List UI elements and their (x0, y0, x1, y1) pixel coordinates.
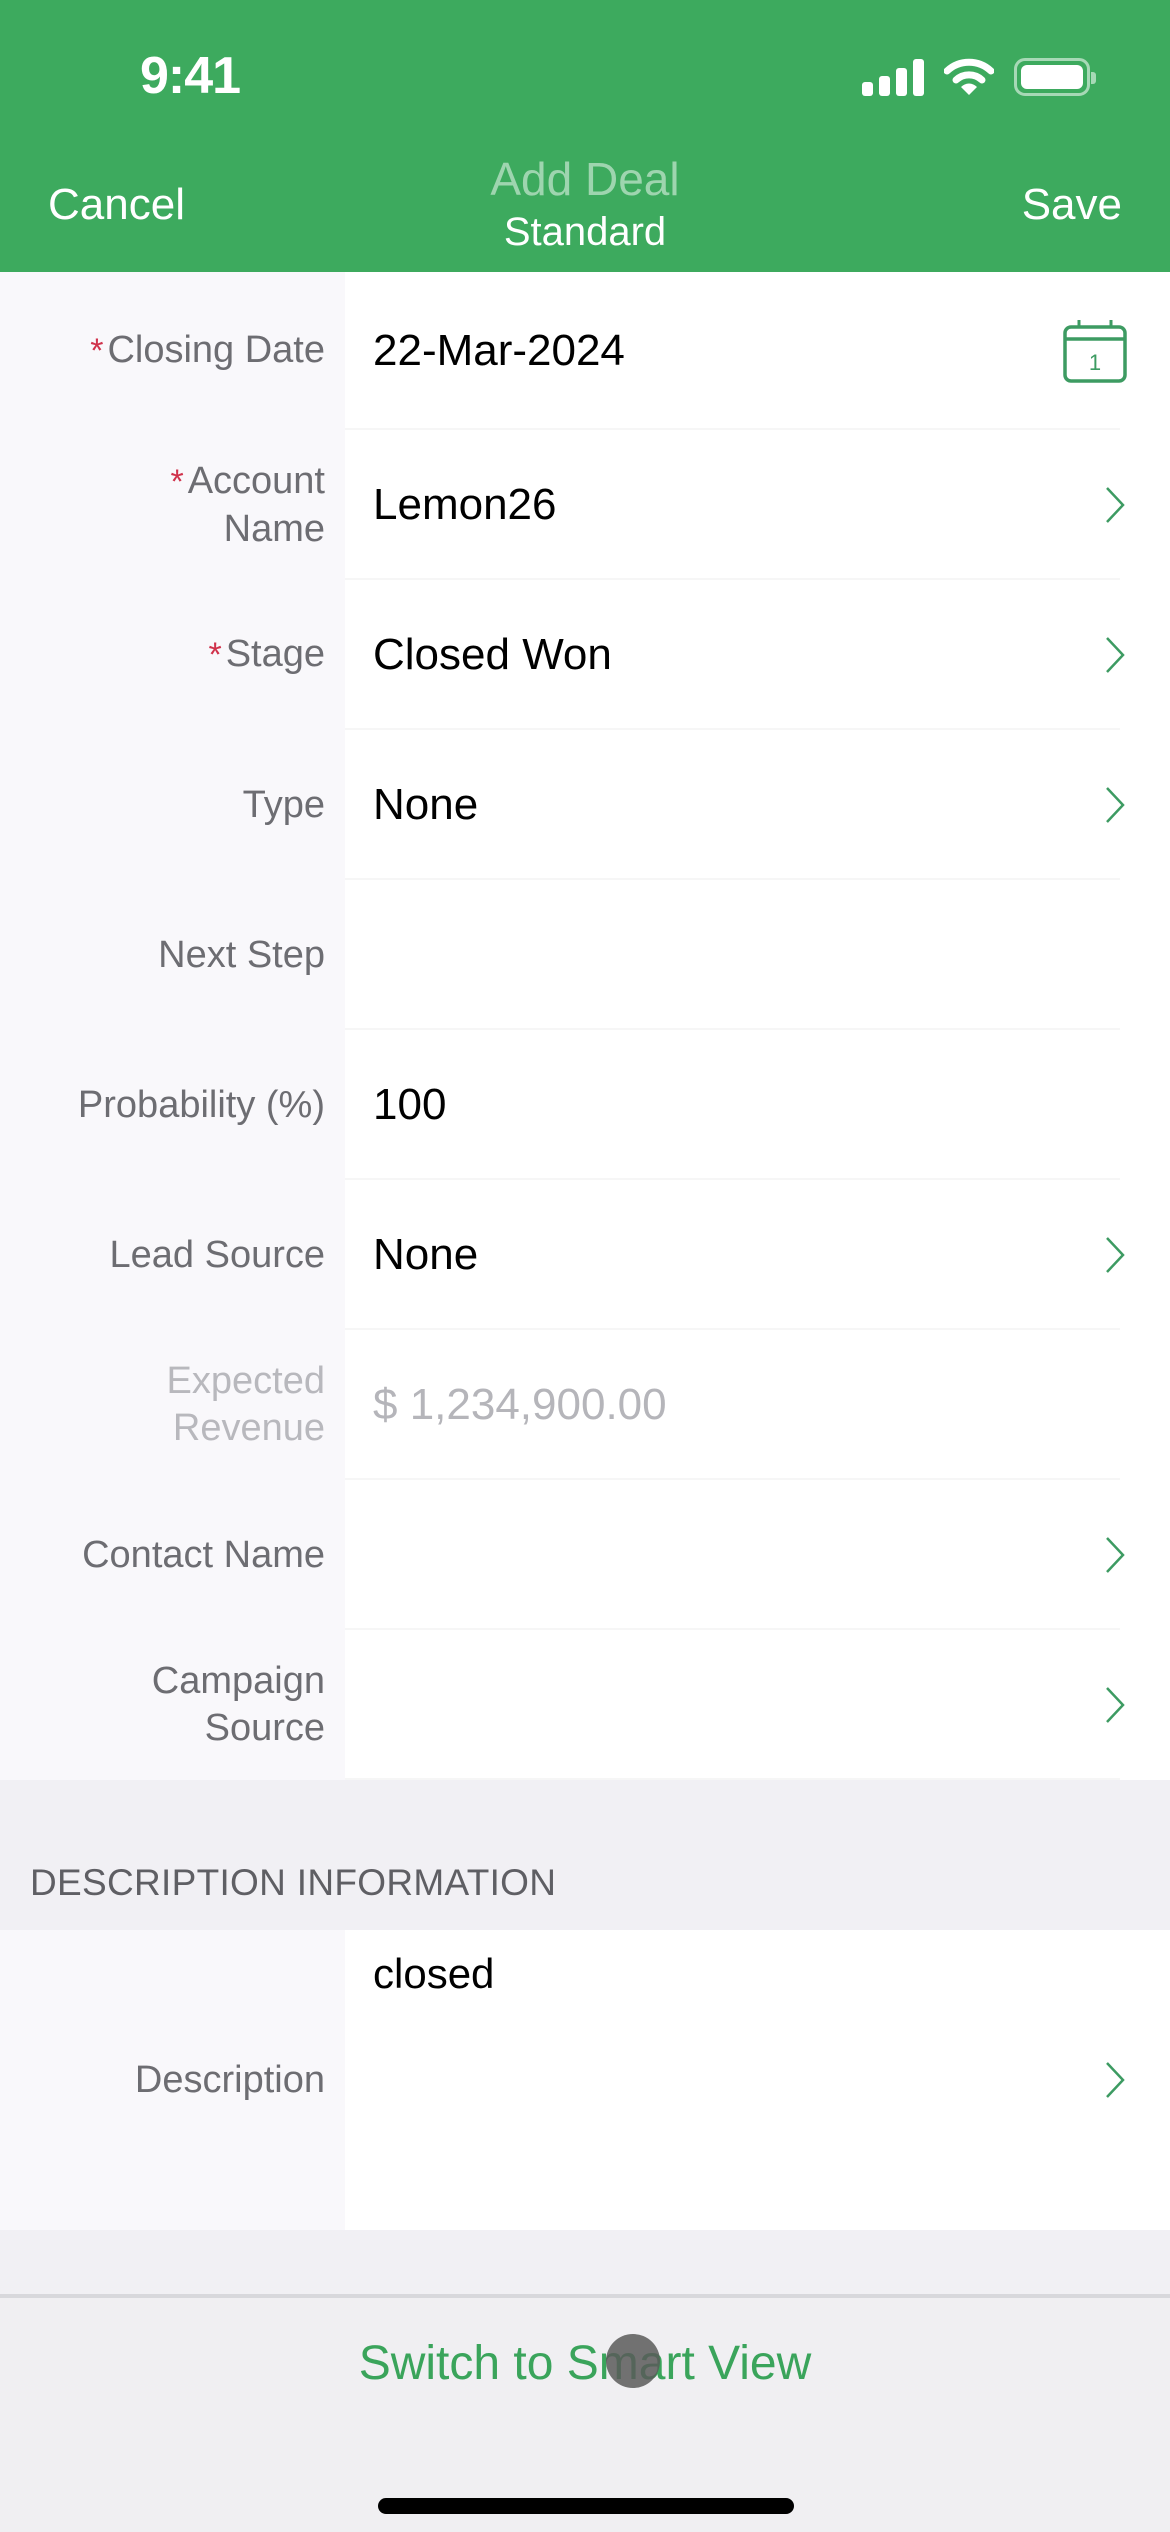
add-deal-screen: 9:41 Cancel Add Deal Standard Save * Clos… (0, 0, 1170, 2532)
touch-indicator (606, 2334, 660, 2388)
chevron-right-icon[interactable] (1104, 2060, 1126, 2100)
chevron-right-icon[interactable] (1104, 635, 1126, 675)
chevron-right-icon[interactable] (1104, 785, 1126, 825)
description-value[interactable]: closed (373, 1950, 494, 1998)
required-asterisk: * (90, 332, 104, 370)
probability-input[interactable]: 100 (373, 1080, 446, 1130)
field-row-lead-source[interactable]: Lead Source None (0, 1180, 1170, 1330)
required-asterisk: * (208, 636, 222, 674)
field-label-account-name: * Account Name (170, 459, 325, 550)
battery-icon (1014, 58, 1096, 96)
field-row-description[interactable]: Description closed (0, 1930, 1170, 2230)
bottom-bar: Switch to Smart View (0, 2294, 1170, 2532)
field-label-probability: Probability (%) (77, 1083, 325, 1126)
field-row-type[interactable]: Type None (0, 730, 1170, 880)
chevron-right-icon[interactable] (1104, 1535, 1126, 1575)
field-label-stage: * Stage (208, 633, 325, 675)
status-time: 9:41 (140, 47, 241, 105)
field-row-account-name[interactable]: * Account Name Lemon26 (0, 430, 1170, 580)
field-label-next-step: Next Step (158, 933, 325, 976)
field-row-stage[interactable]: * Stage Closed Won (0, 580, 1170, 730)
layout-subtitle: Standard (503, 210, 667, 254)
field-label-campaign-source: Campaign Source (151, 1660, 325, 1749)
cellular-signal-icon (862, 58, 924, 96)
account-name-value[interactable]: Lemon26 (373, 480, 556, 530)
field-label-closing-date: * Closing Date (90, 329, 325, 371)
field-label-lead-source: Lead Source (109, 1233, 326, 1276)
calendar-icon[interactable]: 1 (1062, 318, 1128, 384)
field-row-campaign-source[interactable]: Campaign Source (0, 1630, 1170, 1780)
expected-revenue-value: $ 1,234,900.00 (373, 1380, 667, 1429)
field-row-closing-date[interactable]: * Closing Date 22-Mar-2024 1 (0, 272, 1170, 430)
chevron-right-icon[interactable] (1104, 1685, 1126, 1725)
field-row-probability[interactable]: Probability (%) 100 (0, 1030, 1170, 1180)
switch-to-smart-view-button[interactable]: Switch to Smart View (0, 2336, 1170, 2391)
field-label-contact-name: Contact Name (82, 1533, 325, 1576)
lead-source-value[interactable]: None (373, 1230, 478, 1280)
field-row-next-step[interactable]: Next Step (0, 880, 1170, 1030)
required-asterisk: * (170, 462, 184, 501)
svg-text:1: 1 (1089, 350, 1101, 375)
navigation-header: 9:41 Cancel Add Deal Standard Save (0, 0, 1170, 272)
field-label-description: Description (134, 2058, 325, 2101)
chevron-right-icon[interactable] (1104, 485, 1126, 525)
section-header-description: DESCRIPTION INFORMATION (0, 1780, 1170, 1930)
page-title: Add Deal (490, 153, 680, 205)
deal-form: * Closing Date 22-Mar-2024 1 * Account Name… (0, 272, 1170, 2230)
field-label-expected-revenue: Expected Revenue (166, 1360, 325, 1449)
status-icons (862, 58, 1096, 96)
save-button[interactable]: Save (1022, 180, 1122, 230)
wifi-icon (944, 58, 994, 95)
field-row-contact-name[interactable]: Contact Name (0, 1480, 1170, 1630)
field-row-expected-revenue: Expected Revenue $ 1,234,900.00 (0, 1330, 1170, 1480)
stage-value[interactable]: Closed Won (373, 630, 612, 680)
closing-date-value[interactable]: 22-Mar-2024 (373, 326, 625, 376)
home-indicator[interactable] (378, 2498, 794, 2514)
field-label-type: Type (242, 783, 325, 826)
chevron-right-icon[interactable] (1104, 1235, 1126, 1275)
type-value[interactable]: None (373, 780, 478, 830)
section-title: DESCRIPTION INFORMATION (30, 1862, 557, 1903)
